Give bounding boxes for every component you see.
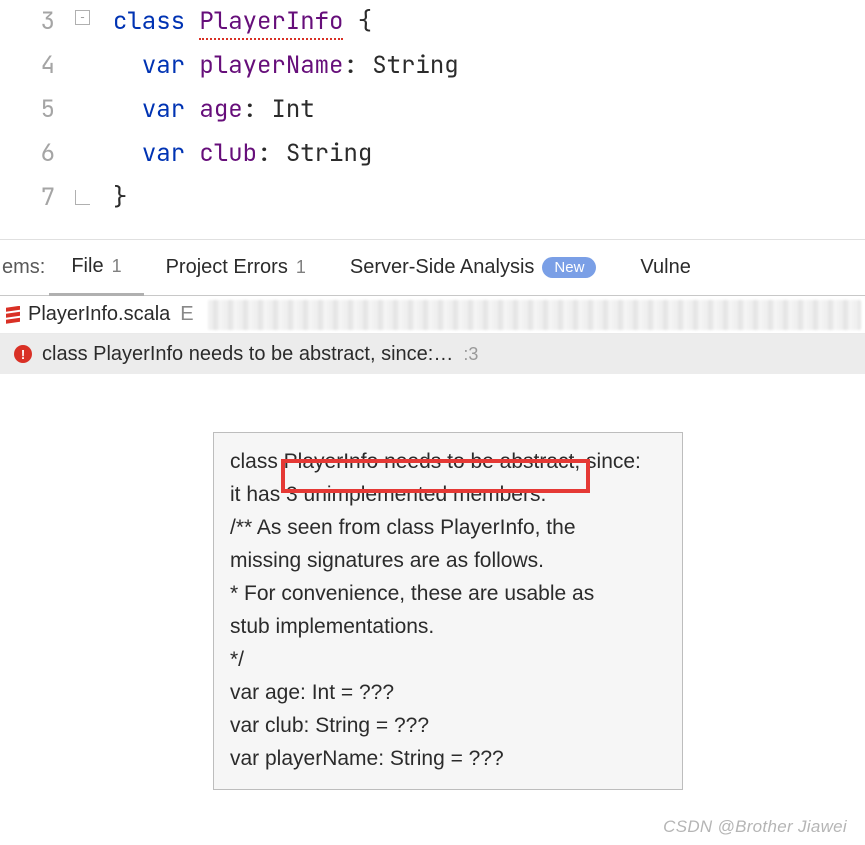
tooltip-line: * For convenience, these are usable as <box>230 577 666 610</box>
tooltip-line: var club: String = ??? <box>230 709 666 742</box>
tab-vulnerabilities[interactable]: Vulne <box>618 240 690 295</box>
tooltip-line: */ <box>230 643 666 676</box>
tab-server-label: Server-Side Analysis <box>350 256 535 279</box>
tab-server-side[interactable]: Server-Side Analysis New <box>328 240 619 295</box>
file-suffix: E <box>180 303 193 326</box>
tooltip-line: /** As seen from class PlayerInfo, the <box>230 511 666 544</box>
gutter-line: 5 <box>0 88 55 132</box>
watermark: CSDN @Brother Jiawei <box>663 817 847 837</box>
fold-end-icon[interactable] <box>75 190 90 205</box>
tab-vuln-label: Vulne <box>640 256 690 279</box>
tooltip-line: var age: Int = ??? <box>230 676 666 709</box>
fold-collapse-icon[interactable]: − <box>75 10 90 25</box>
code-editor[interactable]: 3−4567 class PlayerInfo { var playerName… <box>0 0 865 225</box>
problems-tabs-prefix: ems: <box>0 256 49 279</box>
gutter: 3−4567 <box>0 0 65 225</box>
gutter-line: 7 <box>0 176 55 220</box>
code-area[interactable]: class PlayerInfo { var playerName: Strin… <box>65 0 865 225</box>
tooltip-line: class PlayerInfo needs to be abstract, s… <box>230 445 666 478</box>
tab-project-count: 1 <box>296 257 306 278</box>
tab-file[interactable]: File 1 <box>49 241 143 296</box>
tooltip-line: var playerName: String = ??? <box>230 742 666 775</box>
gutter-line: 4 <box>0 44 55 88</box>
code-line[interactable]: class PlayerInfo { <box>113 0 865 44</box>
tooltip-line: missing signatures are as follows. <box>230 544 666 577</box>
error-row[interactable]: ! class PlayerInfo needs to be abstract,… <box>0 334 865 374</box>
gutter-line: 3− <box>0 0 55 44</box>
error-icon: ! <box>14 345 32 363</box>
scala-icon <box>4 306 22 324</box>
error-tooltip: class PlayerInfo needs to be abstract, s… <box>213 432 683 790</box>
file-header-row[interactable]: PlayerInfo.scala E <box>0 296 865 334</box>
error-location: :3 <box>463 344 478 365</box>
tab-file-label: File <box>71 255 103 278</box>
blurred-region <box>208 300 861 330</box>
code-line[interactable]: } <box>113 176 865 220</box>
tooltip-line: it has 3 unimplemented members. <box>230 478 666 511</box>
gutter-line: 6 <box>0 132 55 176</box>
error-message: class PlayerInfo needs to be abstract, s… <box>42 343 453 366</box>
code-line[interactable]: var club: String <box>113 132 865 176</box>
problems-tabs: ems: File 1 Project Errors 1 Server-Side… <box>0 240 865 296</box>
code-line[interactable]: var age: Int <box>113 88 865 132</box>
tooltip-line: stub implementations. <box>230 610 666 643</box>
tab-file-count: 1 <box>112 256 122 277</box>
tab-project-errors[interactable]: Project Errors 1 <box>144 240 328 295</box>
badge-new: New <box>542 257 596 278</box>
code-line[interactable]: var playerName: String <box>113 44 865 88</box>
file-name: PlayerInfo.scala <box>28 303 170 326</box>
tab-project-label: Project Errors <box>166 256 288 279</box>
